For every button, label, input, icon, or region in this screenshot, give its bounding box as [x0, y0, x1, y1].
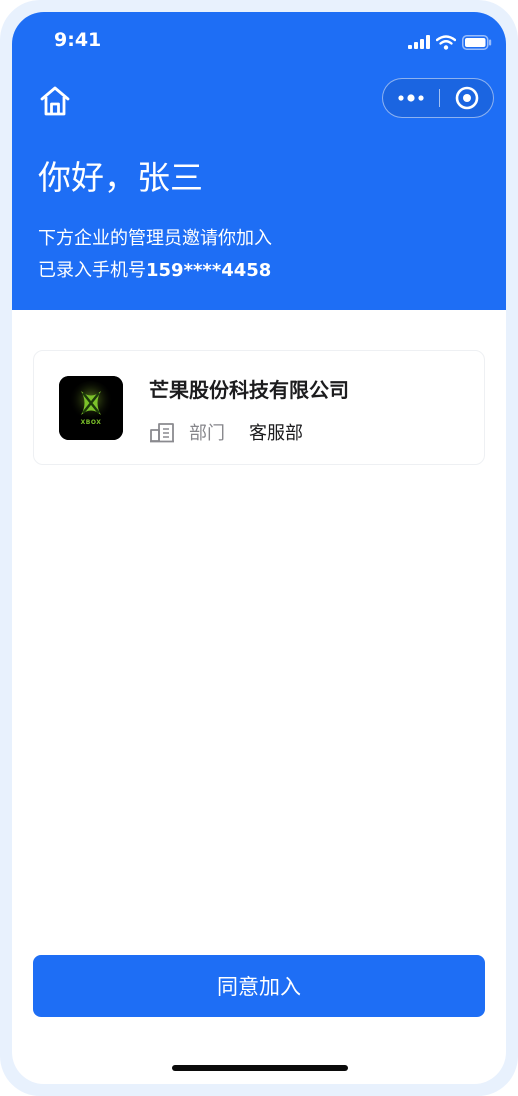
signal-icon	[408, 35, 430, 49]
greeting-title: 你好，张三	[38, 158, 203, 197]
company-card: XBOX 芒果股份科技有限公司 部门 客服部	[33, 350, 485, 465]
phone-number: 159****4458	[146, 260, 272, 281]
company-logo: XBOX	[59, 376, 123, 440]
status-time: 9:41	[54, 29, 102, 51]
device-frame: 9:41 你好，张三 下方企业的管理员邀请你加入 已录入手机号159****44…	[0, 0, 518, 1096]
nav-bar	[12, 74, 506, 124]
xbox-logo-icon: XBOX	[59, 376, 123, 440]
phone-prefix: 已录入手机号	[38, 260, 146, 281]
company-name: 芒果股份科技有限公司	[149, 378, 349, 402]
phone-line: 已录入手机号159****4458	[38, 258, 271, 284]
department-icon	[150, 423, 174, 443]
invite-description: 下方企业的管理员邀请你加入	[38, 228, 272, 249]
close-circle-icon	[455, 86, 479, 110]
home-indicator	[172, 1065, 348, 1071]
status-bar: 9:41	[12, 12, 506, 72]
status-icons	[408, 34, 492, 50]
department-label: 部门	[189, 423, 225, 444]
app-screen: 9:41 你好，张三 下方企业的管理员邀请你加入 已录入手机号159****44…	[12, 12, 506, 1084]
more-button[interactable]	[383, 79, 439, 117]
department-value: 客服部	[249, 423, 303, 444]
logo-text: XBOX	[81, 419, 102, 426]
battery-icon	[462, 34, 492, 50]
close-button[interactable]	[440, 79, 494, 117]
agree-join-button[interactable]: 同意加入	[33, 955, 485, 1017]
invite-header: 9:41 你好，张三 下方企业的管理员邀请你加入 已录入手机号159****44…	[12, 12, 506, 310]
more-dots-icon	[398, 94, 424, 102]
miniprogram-capsule	[382, 78, 494, 118]
home-icon	[40, 86, 70, 116]
department-row: 部门 客服部	[149, 418, 303, 446]
home-button[interactable]	[38, 84, 72, 118]
wifi-icon	[436, 34, 456, 50]
